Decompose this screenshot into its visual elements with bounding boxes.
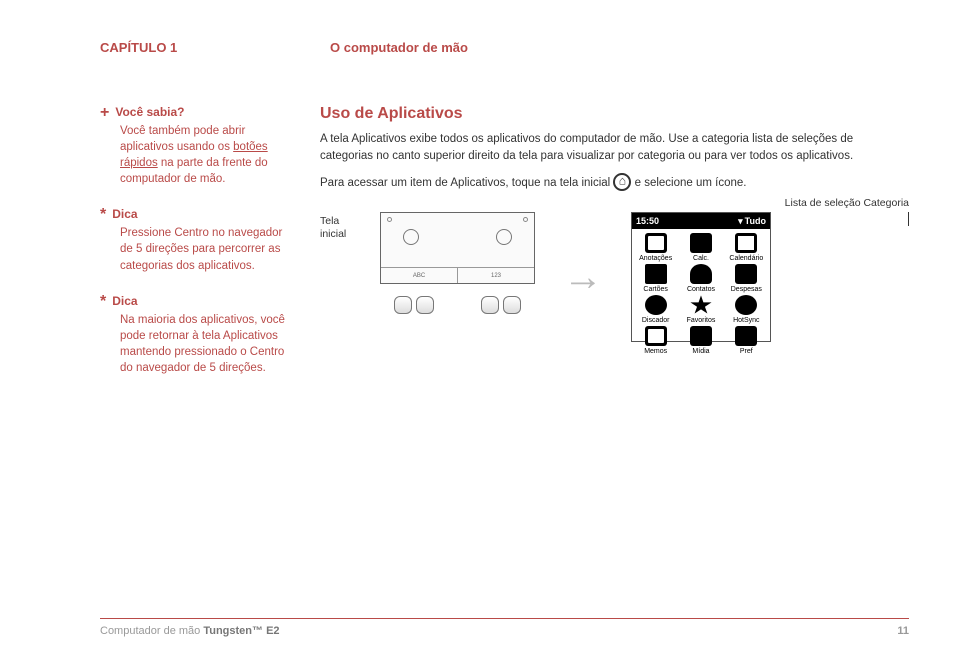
page-header: CAPÍTULO 1 O computador de mão <box>100 40 909 55</box>
figure-row: Tela inicial ABC 123 <box>320 212 909 342</box>
dialer-icon <box>645 295 667 315</box>
notes-icon <box>645 233 667 253</box>
app-contatos[interactable]: Contatos <box>679 264 722 293</box>
hw-button-icon <box>394 296 412 314</box>
app-despesas[interactable]: Despesas <box>725 264 768 293</box>
app-midia[interactable]: Mídia <box>679 326 722 355</box>
dropdown-arrow-icon: ▾ <box>738 216 743 227</box>
contact-icon <box>690 264 712 284</box>
media-icon <box>690 326 712 346</box>
did-you-know-callout: + Você sabia? Você também pode abrir apl… <box>100 105 290 187</box>
calc-icon <box>690 233 712 253</box>
tip-callout-1: * Dica Pressione Centro no navegador de … <box>100 207 290 273</box>
did-you-know-body: Você também pode abrir aplicativos usand… <box>120 123 290 187</box>
abc-area: ABC <box>381 268 458 283</box>
home-icon <box>613 173 631 191</box>
star-icon <box>690 295 712 315</box>
main-content: Uso de Aplicativos A tela Aplicativos ex… <box>320 105 909 396</box>
sidebar: + Você sabia? Você também pode abrir apl… <box>100 105 290 396</box>
app-cartoes[interactable]: Cartões <box>634 264 677 293</box>
app-calendario[interactable]: Calendário <box>725 233 768 262</box>
app-grid: Anotações Calc. Calendário Cartões Conta… <box>632 229 770 359</box>
tip-title: Dica <box>112 294 137 308</box>
hw-button-icon <box>416 296 434 314</box>
hardware-buttons <box>380 296 535 314</box>
app-anotacoes[interactable]: Anotações <box>634 233 677 262</box>
app-discador[interactable]: Discador <box>634 295 677 324</box>
did-you-know-title: Você sabia? <box>115 105 184 119</box>
hw-button-icon <box>481 296 499 314</box>
hotsync-icon <box>735 295 757 315</box>
paragraph-2: Para acessar um item de Aplicativos, toq… <box>320 174 909 192</box>
category-caption: Lista de seleção Categoria <box>785 197 909 226</box>
time-display: 15:50 <box>636 216 659 226</box>
memo-icon <box>645 326 667 346</box>
text: e selecione um ícone. <box>635 177 747 189</box>
tip-callout-2: * Dica Na maioria dos aplicativos, você … <box>100 294 290 376</box>
text: Computador de mão <box>100 625 203 637</box>
app-memos[interactable]: Memos <box>634 326 677 355</box>
expense-icon <box>735 264 757 284</box>
app-favoritos[interactable]: Favoritos <box>679 295 722 324</box>
tip-title: Dica <box>112 207 137 221</box>
app-pref[interactable]: Pref <box>725 326 768 355</box>
tip-body: Pressione Centro no navegador de 5 direç… <box>120 225 290 273</box>
pref-icon <box>735 326 757 346</box>
device-screen: ABC 123 <box>380 212 535 284</box>
chapter-title: O computador de mão <box>330 40 468 55</box>
figure-label: Tela inicial <box>320 212 360 240</box>
card-icon <box>645 264 667 284</box>
text: Você também pode abrir aplicativos usand… <box>120 125 245 153</box>
tip-body: Na maioria dos aplicativos, você pode re… <box>120 312 290 376</box>
pointer-line <box>908 212 909 226</box>
product-name: Tungsten™ E2 <box>203 625 279 637</box>
page-number: 11 <box>897 625 909 637</box>
app-hotsync[interactable]: HotSync <box>725 295 768 324</box>
text: Para acessar um item de Aplicativos, toq… <box>320 177 613 189</box>
page-footer: Computador de mão Tungsten™ E2 11 <box>100 618 909 637</box>
applications-screen: 15:50 ▾ Tudo Anotações Calc. Calendário … <box>631 212 771 342</box>
star-mini-icon <box>496 229 512 245</box>
asterisk-icon: * <box>100 207 106 223</box>
plus-icon: + <box>100 105 109 121</box>
dropdown-value: Tudo <box>745 216 766 226</box>
corner-dot-icon <box>387 217 392 222</box>
section-title: Uso de Aplicativos <box>320 105 909 123</box>
chapter-label: CAPÍTULO 1 <box>100 40 330 55</box>
corner-dot-icon <box>523 217 528 222</box>
category-dropdown[interactable]: ▾ Tudo <box>738 216 766 227</box>
graffiti-bar: ABC 123 <box>381 267 534 283</box>
asterisk-icon: * <box>100 294 106 310</box>
footer-product: Computador de mão Tungsten™ E2 <box>100 625 280 637</box>
arrow-right-icon: → <box>563 255 603 300</box>
app-calc[interactable]: Calc. <box>679 233 722 262</box>
paragraph-1: A tela Aplicativos exibe todos os aplica… <box>320 131 909 164</box>
caption-text: Lista de seleção Categoria <box>785 197 909 209</box>
device-illustration: ABC 123 <box>380 212 535 332</box>
num-area: 123 <box>458 268 534 283</box>
home-mini-icon <box>403 229 419 245</box>
hw-button-icon <box>503 296 521 314</box>
screen-header: 15:50 ▾ Tudo <box>632 213 770 229</box>
calendar-icon <box>735 233 757 253</box>
